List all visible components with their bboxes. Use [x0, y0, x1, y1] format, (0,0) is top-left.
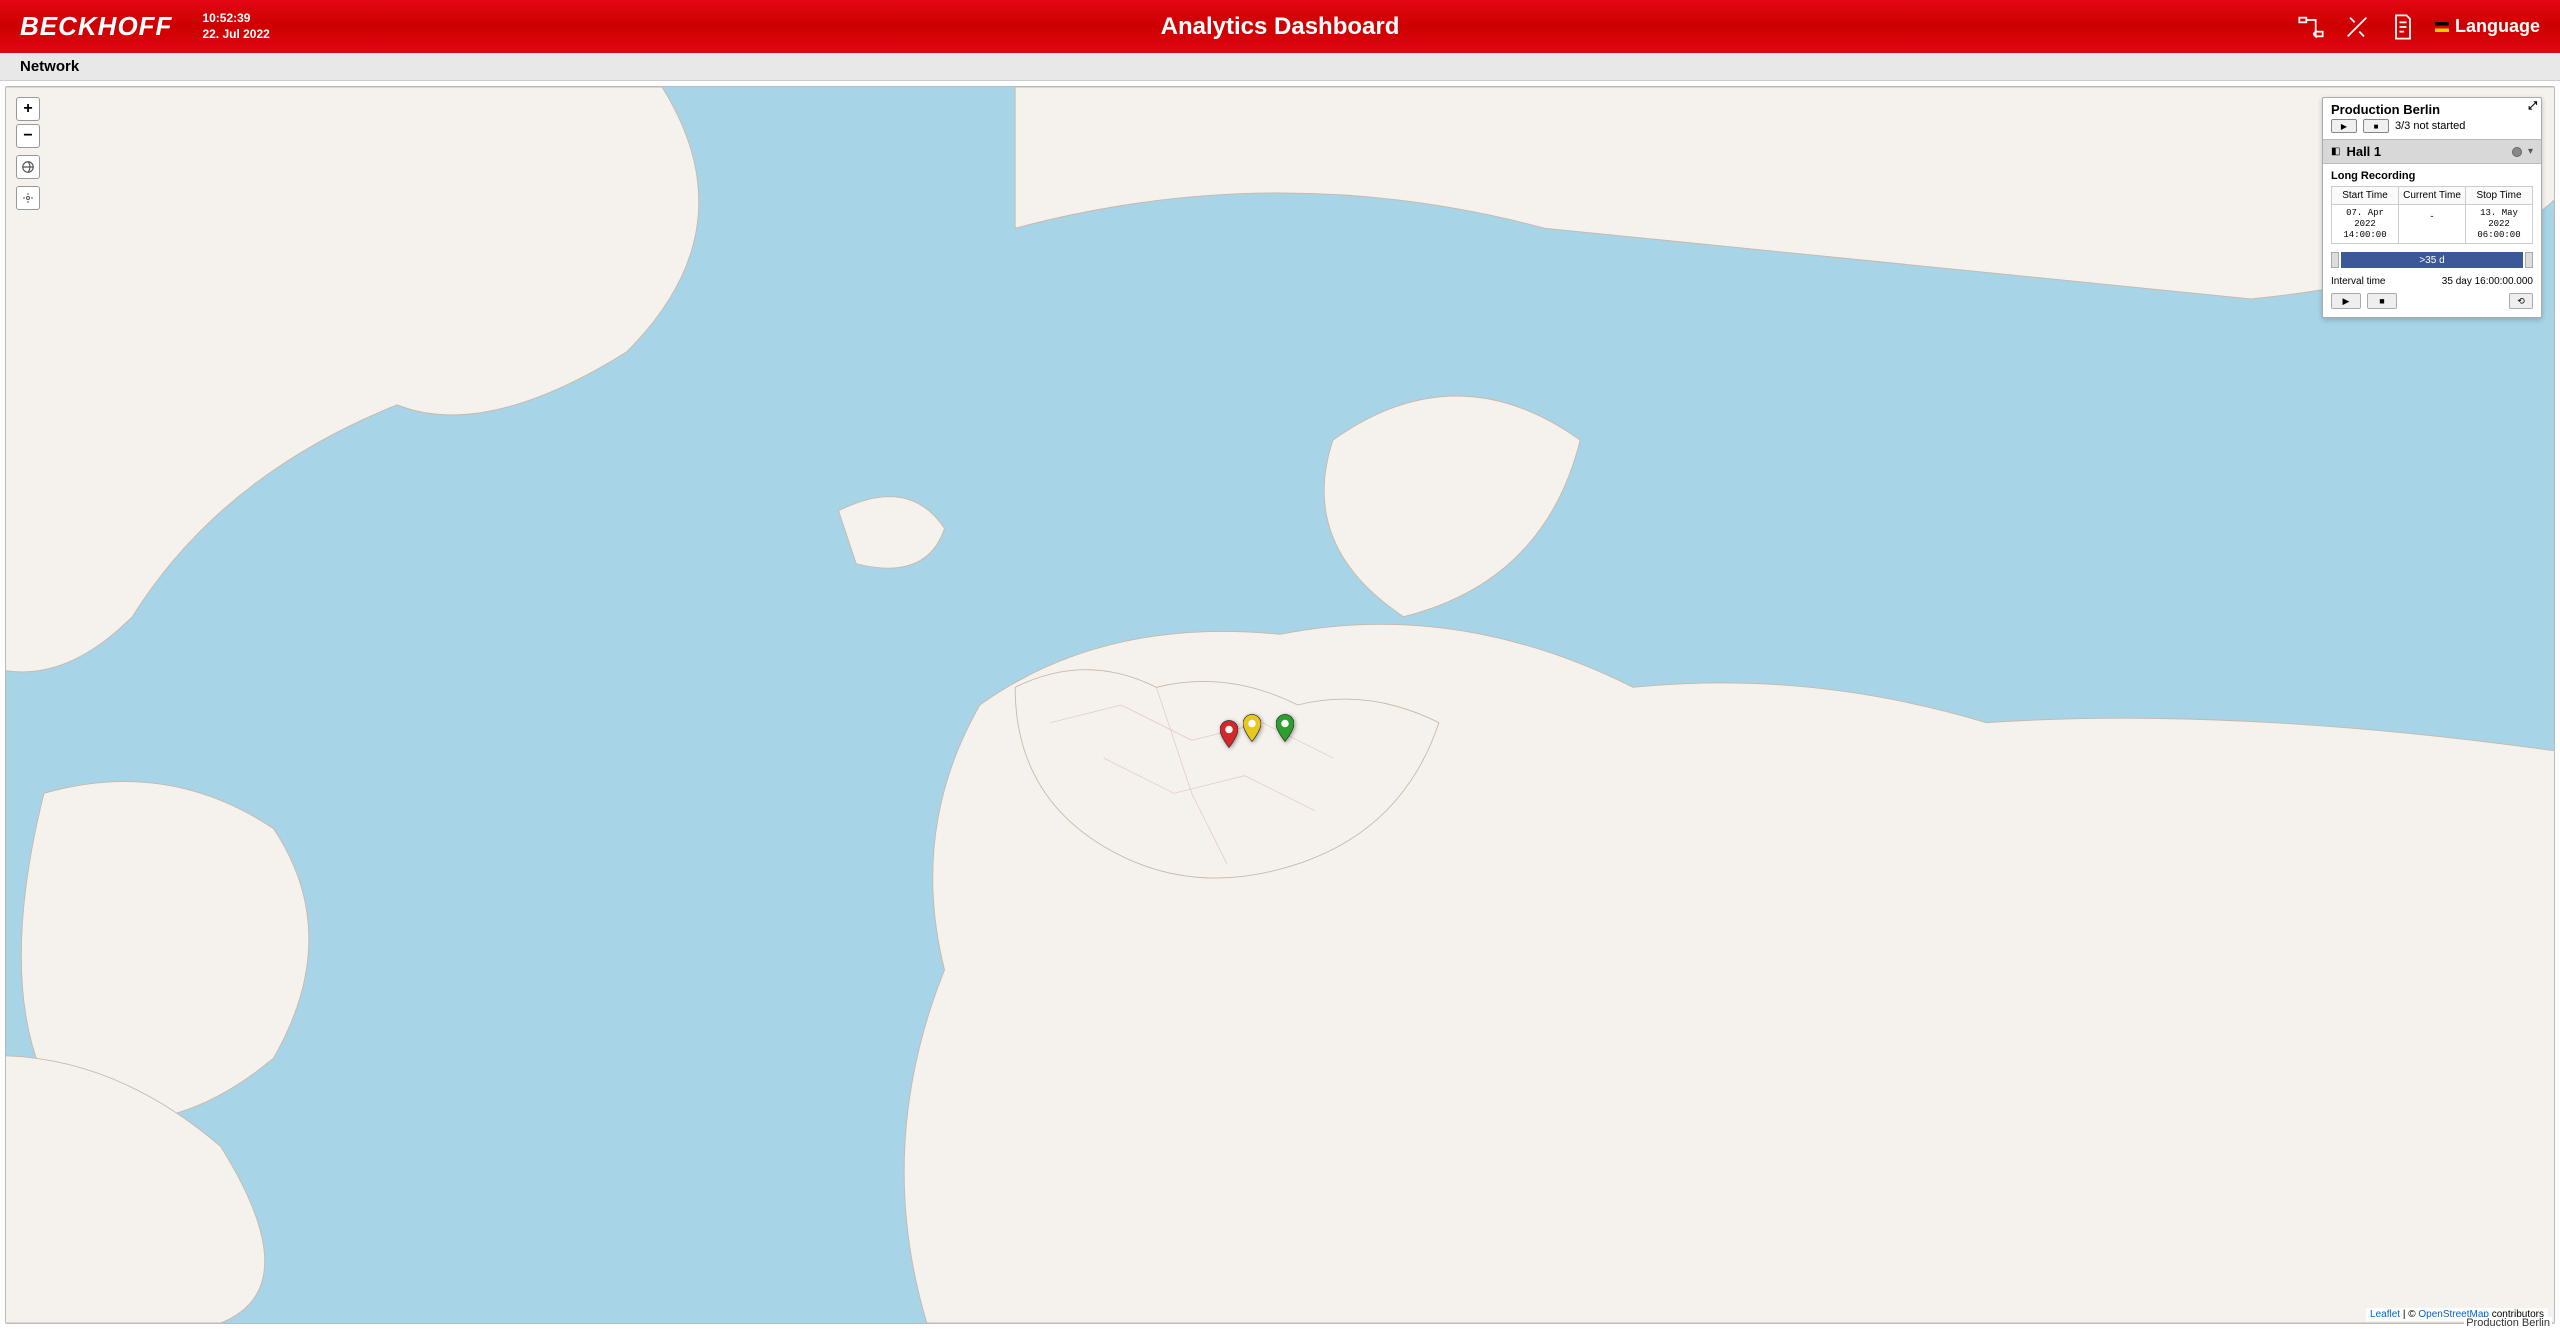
interval-label: Interval time — [2331, 276, 2385, 287]
language-label: Language — [2455, 16, 2540, 37]
recording-label: Long Recording — [2323, 164, 2541, 186]
hall-name: Hall 1 — [2346, 144, 2506, 159]
leaflet-link[interactable]: Leaflet — [2370, 1309, 2400, 1320]
panel-play-button[interactable]: ▶ — [2331, 119, 2357, 133]
interval-row: Interval time 35 day 16:00:00.000 — [2323, 276, 2541, 293]
start-time-value: 07. Apr 2022 14:00:00 — [2332, 205, 2398, 243]
expand-icon[interactable]: ⤢ — [2528, 100, 2537, 113]
progress-bar[interactable]: >35 d — [2331, 252, 2533, 268]
start-time-header: Start Time — [2332, 187, 2398, 205]
world-map — [6, 87, 2554, 1323]
zoom-controls: + − — [16, 97, 40, 210]
header-actions: Language — [2297, 13, 2540, 41]
progress-handle-right[interactable] — [2525, 252, 2533, 268]
refresh-button[interactable]: ⟲ — [2509, 293, 2533, 309]
logo: BECKHOFF — [20, 11, 172, 42]
locate-button[interactable] — [16, 186, 40, 210]
production-panel: Production Berlin ⤢ ▶ ■ 3/3 not started … — [2322, 97, 2542, 318]
play-button[interactable]: ▶ — [2331, 293, 2361, 309]
bottom-controls: ▶ ■ ⟲ — [2323, 293, 2541, 317]
stop-button[interactable]: ■ — [2367, 293, 2397, 309]
flag-icon — [2435, 22, 2449, 32]
breadcrumb-bar: Network — [0, 53, 2560, 81]
stop-time-value: 13. May 2022 06:00:00 — [2466, 205, 2532, 243]
current-time-header: Current Time — [2399, 187, 2465, 205]
panel-stop-button[interactable]: ■ — [2363, 119, 2389, 133]
clock-time: 10:52:39 — [202, 11, 269, 27]
panel-status: 3/3 not started — [2395, 120, 2465, 132]
panel-title: Production Berlin ⤢ — [2323, 98, 2541, 119]
status-dot — [2512, 147, 2522, 157]
map-marker-0[interactable] — [1220, 720, 1238, 748]
footer-label: Production Berlin — [2464, 1317, 2552, 1329]
map-marker-2[interactable] — [1276, 714, 1294, 742]
current-time-value: - — [2399, 205, 2465, 229]
chevron-down-icon[interactable]: ▾ — [2528, 146, 2533, 157]
app-header: BECKHOFF 10:52:39 22. Jul 2022 Analytics… — [0, 0, 2560, 53]
time-table: Start Time 07. Apr 2022 14:00:00 Current… — [2331, 186, 2533, 244]
progress-fill: >35 d — [2341, 252, 2523, 268]
page-title: Analytics Dashboard — [1161, 13, 1400, 41]
hall-selector[interactable]: ◧ Hall 1 ▾ — [2323, 139, 2541, 164]
breadcrumb-label: Network — [20, 58, 79, 75]
interval-value: 35 day 16:00:00.000 — [2442, 276, 2533, 287]
tools-icon[interactable] — [2343, 13, 2371, 41]
document-icon[interactable] — [2389, 13, 2417, 41]
flow-icon[interactable] — [2297, 13, 2325, 41]
map-viewport[interactable]: + − Production Berlin ⤢ ▶ ■ 3/3 not star… — [5, 86, 2555, 1324]
progress-handle-left[interactable] — [2331, 252, 2339, 268]
main-content: + − Production Berlin ⤢ ▶ ■ 3/3 not star… — [0, 81, 2560, 1329]
zoom-in-button[interactable]: + — [16, 97, 40, 121]
datetime: 10:52:39 22. Jul 2022 — [202, 11, 269, 42]
zoom-out-button[interactable]: − — [16, 124, 40, 148]
panel-playback-row: ▶ ■ 3/3 not started — [2323, 119, 2541, 139]
clock-date: 22. Jul 2022 — [202, 27, 269, 43]
hall-icon: ◧ — [2331, 146, 2340, 157]
layers-button[interactable] — [16, 155, 40, 179]
map-marker-1[interactable] — [1243, 714, 1261, 742]
language-selector[interactable]: Language — [2435, 16, 2540, 37]
stop-time-header: Stop Time — [2466, 187, 2532, 205]
